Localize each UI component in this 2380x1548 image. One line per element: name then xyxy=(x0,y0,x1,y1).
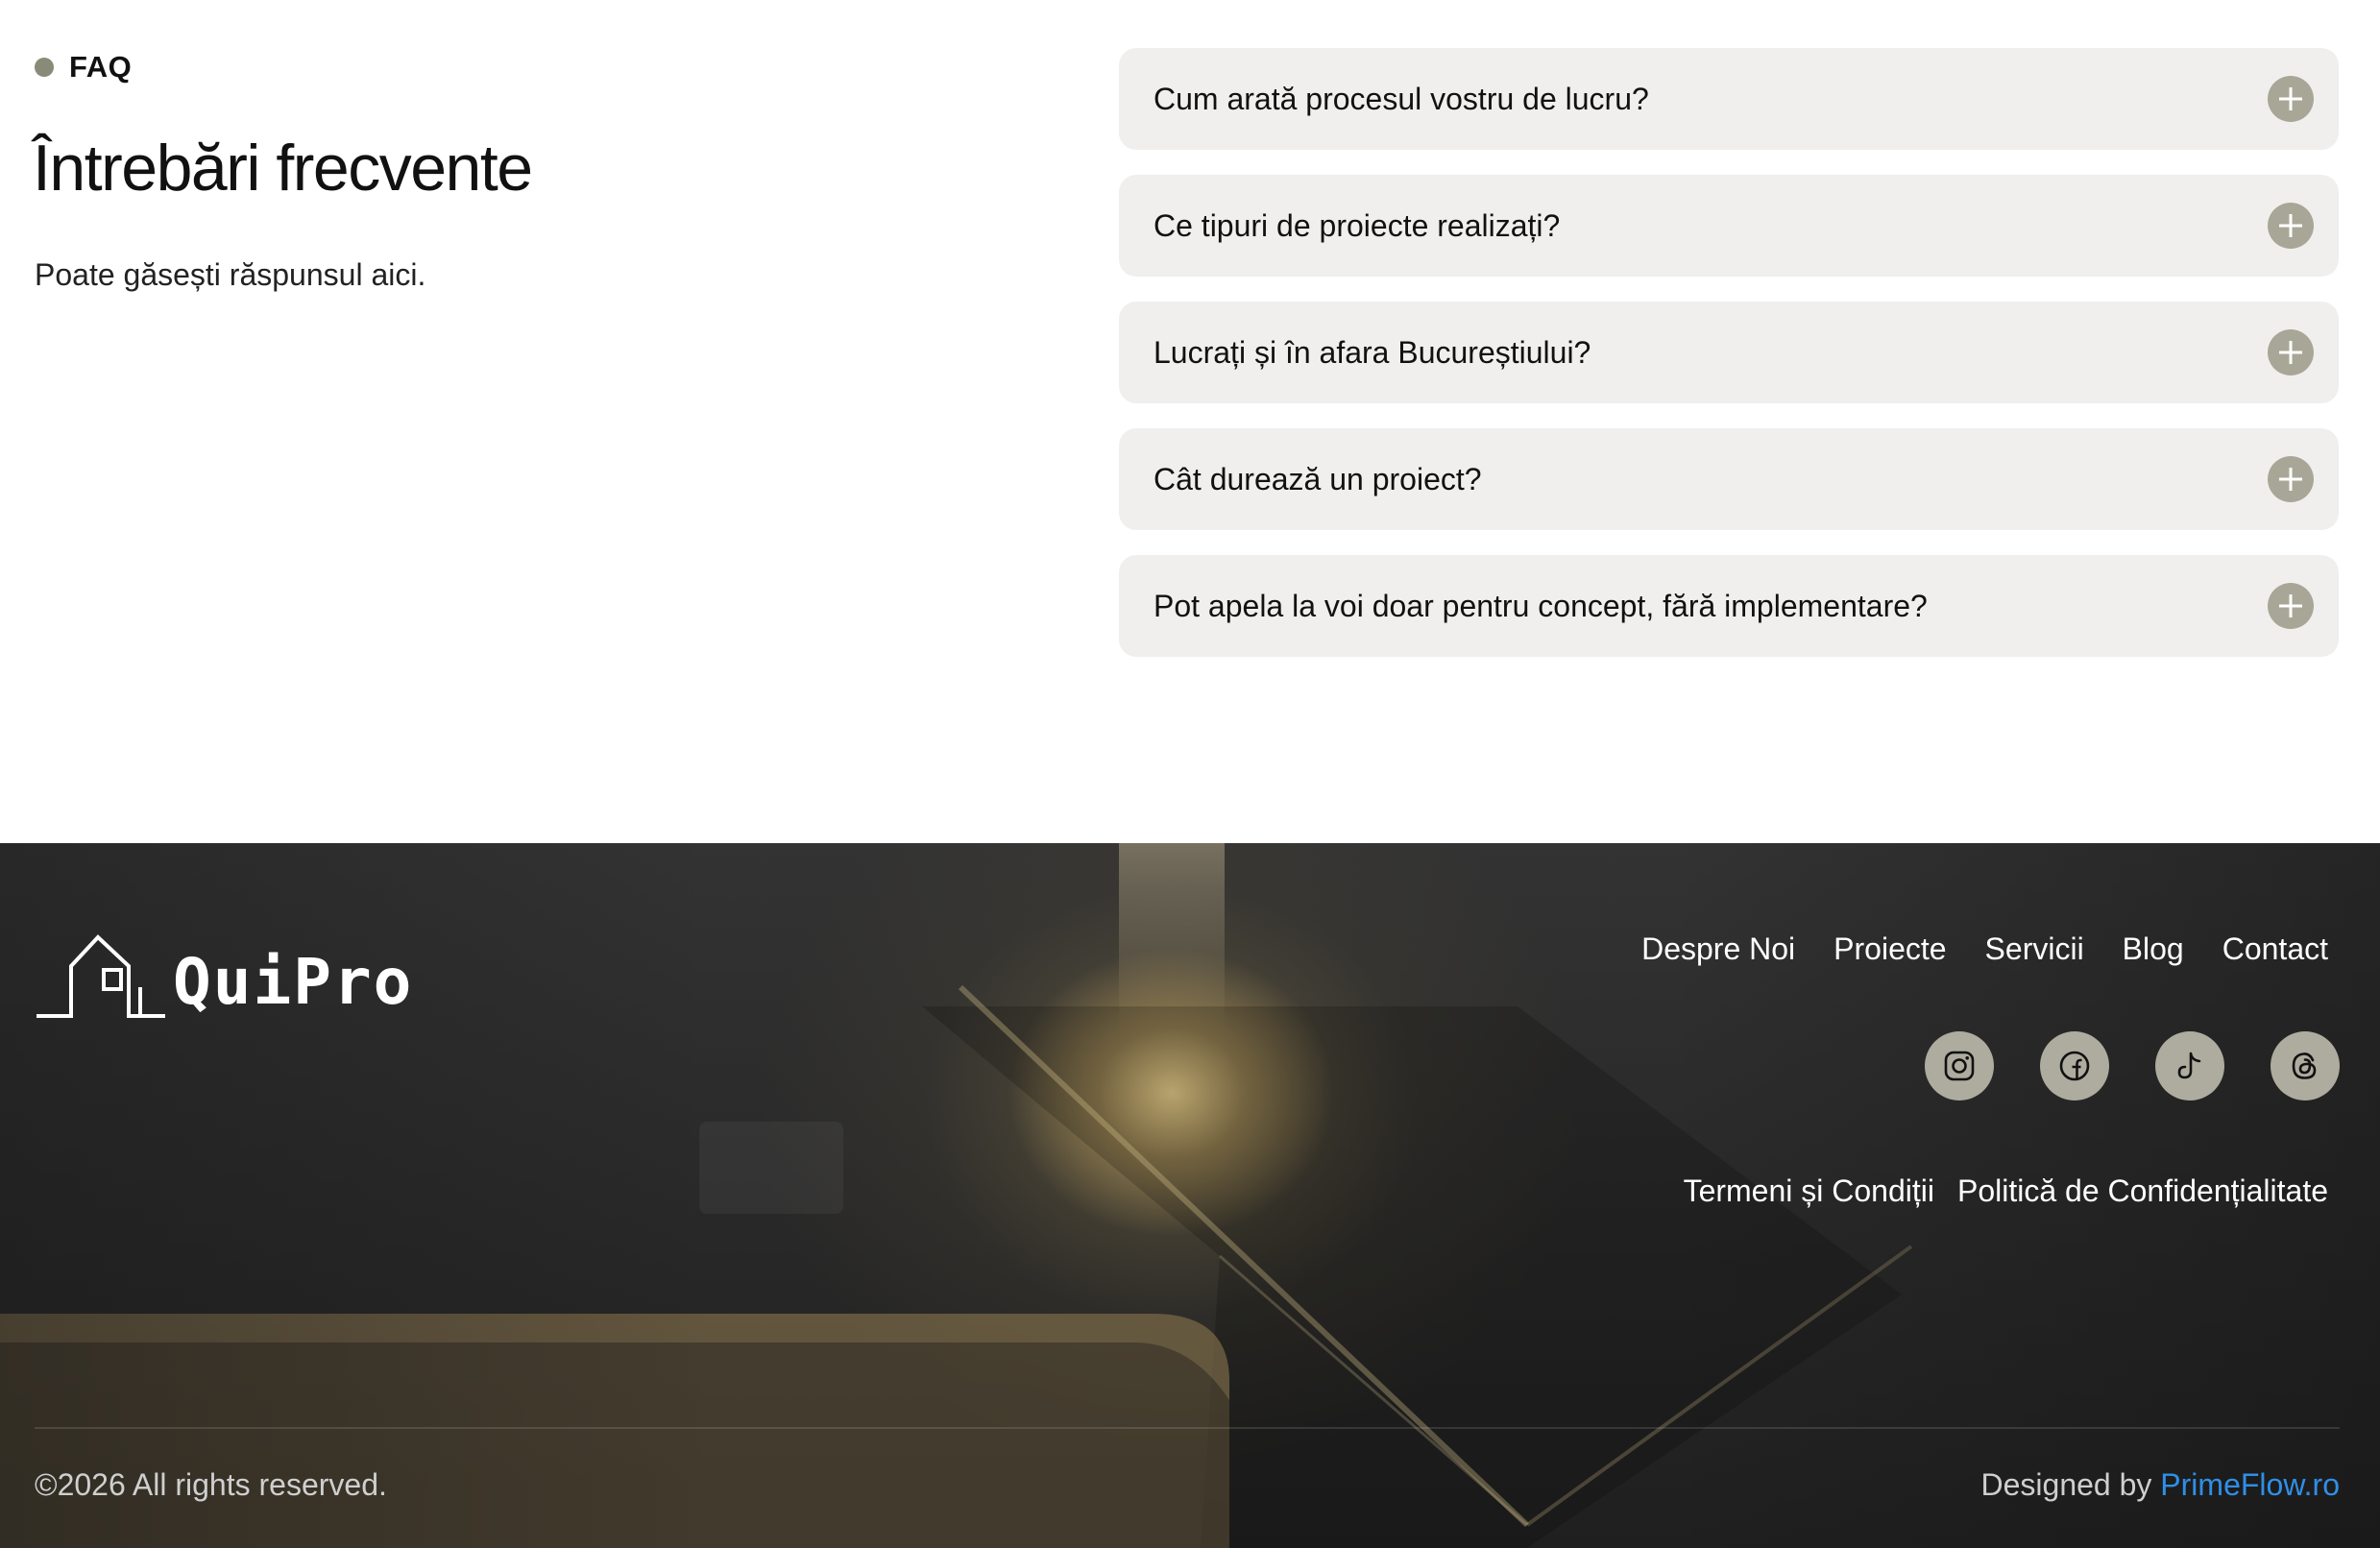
threads-icon xyxy=(2292,1052,2317,1079)
quipro-logo[interactable]: QuiPro xyxy=(35,933,413,1022)
faq-tag-label: FAQ xyxy=(69,50,133,84)
privacy-policy-link[interactable]: Politică de Confidențialitate xyxy=(1957,1173,2328,1209)
tiktok-icon xyxy=(2177,1052,2201,1079)
threads-button[interactable] xyxy=(2271,1031,2340,1101)
primeflow-link[interactable]: PrimeFlow.ro xyxy=(2160,1467,2340,1502)
footer-divider xyxy=(35,1427,2340,1429)
nav-link-proiecte[interactable]: Proiecte xyxy=(1834,931,1946,967)
designed-by: Designed by PrimeFlow.ro xyxy=(1981,1467,2340,1503)
faq-item-project-types[interactable]: Ce tipuri de proiecte realizați? xyxy=(1119,175,2339,277)
tiktok-button[interactable] xyxy=(2155,1031,2224,1101)
faq-question: Cât durează un proiect? xyxy=(1154,461,1482,496)
faq-item-concept-only[interactable]: Pot apela la voi doar pentru concept, fă… xyxy=(1119,555,2339,657)
faq-title: Întrebări frecvente xyxy=(33,132,533,205)
plus-icon[interactable] xyxy=(2268,583,2314,629)
social-links xyxy=(1925,1031,2340,1101)
faq-list: Cum arată procesul vostru de lucru? Ce t… xyxy=(1119,48,2339,682)
faq-question: Cum arată procesul vostru de lucru? xyxy=(1154,81,1649,116)
instagram-button[interactable] xyxy=(1925,1031,1994,1101)
plus-icon[interactable] xyxy=(2268,203,2314,249)
footer-nav: Despre Noi Proiecte Servicii Blog Contac… xyxy=(1641,931,2328,967)
designed-by-label: Designed by xyxy=(1980,1467,2152,1502)
tag-dot xyxy=(35,58,54,77)
faq-item-duration[interactable]: Cât durează un proiect? xyxy=(1119,428,2339,530)
faq-section: FAQ Întrebări frecvente Poate găsești ră… xyxy=(0,0,2380,843)
faq-item-outside-bucharest[interactable]: Lucrați și în afara Bucureștiului? xyxy=(1119,302,2339,403)
plus-icon[interactable] xyxy=(2268,456,2314,502)
copyright-text: ©2026 All rights reserved. xyxy=(35,1467,387,1502)
faq-tag: FAQ xyxy=(35,50,132,85)
house-logo-icon xyxy=(36,934,165,1018)
faq-subtitle: Poate găsești răspunsul aici. xyxy=(35,257,426,292)
legal-links: Termeni și Condiții Politică de Confiden… xyxy=(1684,1173,2328,1209)
plus-icon[interactable] xyxy=(2268,76,2314,122)
facebook-button[interactable] xyxy=(2040,1031,2109,1101)
facebook-icon xyxy=(2059,1051,2090,1081)
footer: QuiPro Despre Noi Proiecte Servicii Blog… xyxy=(0,843,2380,1548)
faq-question: Ce tipuri de proiecte realizați? xyxy=(1154,207,1561,243)
faq-question: Lucrați și în afara Bucureștiului? xyxy=(1154,334,1591,370)
nav-link-despre-noi[interactable]: Despre Noi xyxy=(1641,931,1795,967)
plus-icon[interactable] xyxy=(2268,329,2314,375)
nav-link-servicii[interactable]: Servicii xyxy=(1985,931,2084,967)
terms-link[interactable]: Termeni și Condiții xyxy=(1684,1173,1934,1209)
nav-link-blog[interactable]: Blog xyxy=(2123,931,2184,967)
logo-text: QuiPro xyxy=(173,945,414,1019)
instagram-icon xyxy=(1944,1051,1975,1081)
faq-question: Pot apela la voi doar pentru concept, fă… xyxy=(1154,588,1928,623)
nav-link-contact[interactable]: Contact xyxy=(2222,931,2328,967)
faq-item-process[interactable]: Cum arată procesul vostru de lucru? xyxy=(1119,48,2339,150)
